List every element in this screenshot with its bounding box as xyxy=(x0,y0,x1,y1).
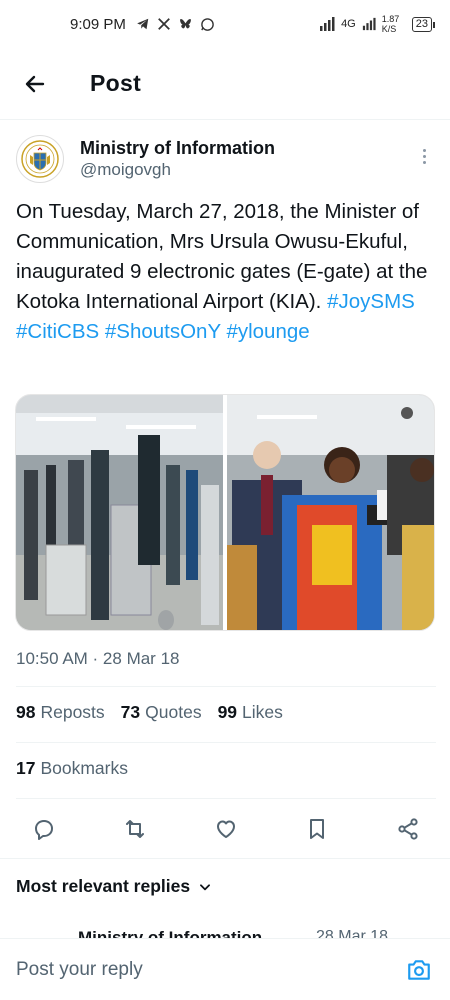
author-name[interactable]: Ministry of Information xyxy=(80,137,275,159)
replies-sort-label: Most relevant replies xyxy=(16,876,191,896)
reply-composer: Post your reply xyxy=(0,938,450,1000)
quotes-stat[interactable]: 73 Quotes xyxy=(121,702,202,723)
author-handle[interactable]: @moigovgh xyxy=(80,159,275,181)
bluesky-icon xyxy=(179,18,191,29)
post-actions xyxy=(28,808,424,850)
like-button[interactable] xyxy=(210,813,242,845)
reply-input[interactable]: Post your reply xyxy=(16,959,404,981)
heart-icon xyxy=(217,820,235,838)
egate-photo[interactable] xyxy=(16,395,223,630)
avatar[interactable] xyxy=(16,135,64,183)
replies-sort-dropdown[interactable]: Most relevant replies xyxy=(16,876,212,897)
hashtag-link[interactable]: #CitiCBS xyxy=(16,320,99,343)
telegram-icon xyxy=(137,18,149,30)
back-button[interactable] xyxy=(0,48,70,120)
share-button[interactable] xyxy=(392,813,424,845)
x-logo-icon xyxy=(158,18,170,30)
post-media xyxy=(15,394,435,631)
reposts-stat[interactable]: 98 Reposts xyxy=(16,702,105,723)
hashtag-link[interactable]: #JoySMS xyxy=(327,290,415,313)
likes-count: 99 xyxy=(217,702,238,722)
reposts-count: 98 xyxy=(16,702,36,722)
battery-indicator: 23 xyxy=(411,16,436,32)
repost-icon xyxy=(126,820,144,838)
likes-label: Likes xyxy=(242,702,283,722)
repost-button[interactable] xyxy=(119,813,151,845)
post-text: On Tuesday, March 27, 2018, the Minister… xyxy=(16,197,436,347)
share-icon xyxy=(398,818,418,840)
quotes-label: Quotes xyxy=(145,702,202,722)
reply-icon xyxy=(35,820,53,840)
camera-icon xyxy=(408,959,430,980)
bookmarks-label: Bookmarks xyxy=(40,758,128,778)
likes-stat[interactable]: 99 Likes xyxy=(218,702,283,723)
quotes-count: 73 xyxy=(120,702,141,722)
hashtag-link[interactable]: #ylounge xyxy=(226,320,309,343)
page-title: Post xyxy=(90,70,142,96)
more-options-icon[interactable] xyxy=(412,144,436,168)
network-speed: 1.87 K/S xyxy=(381,14,400,34)
whatsapp-icon xyxy=(201,17,214,31)
divider xyxy=(16,742,436,743)
status-bar: 9:09 PM 4G 1.87 K/S 23 xyxy=(0,0,450,48)
coat-of-arms-icon xyxy=(21,140,59,178)
bookmarks-count: 17 xyxy=(16,758,36,778)
status-time: 9:09 PM xyxy=(70,15,126,33)
top-app-bar: Post xyxy=(0,48,450,120)
camera-button[interactable] xyxy=(404,955,434,985)
post-stats: 98 Reposts 73 Quotes 99 Likes xyxy=(16,702,283,723)
bookmark-icon xyxy=(310,819,324,839)
bookmarks-stat[interactable]: 17 Bookmarks xyxy=(16,758,128,779)
post-timestamp: 10:50 AM · 28 Mar 18 xyxy=(16,649,180,668)
signal-icon-2 xyxy=(362,17,376,31)
minister-photo[interactable] xyxy=(227,395,434,630)
reposts-label: Reposts xyxy=(40,702,105,722)
post-author: Ministry of Information @moigovgh xyxy=(16,126,436,192)
divider xyxy=(16,798,436,799)
reply-button[interactable] xyxy=(28,813,60,845)
divider xyxy=(0,858,450,859)
signal-icon xyxy=(320,17,335,31)
chevron-down-icon xyxy=(200,883,211,890)
network-type: 4G xyxy=(341,18,356,30)
divider xyxy=(16,686,436,687)
hashtag-link[interactable]: #ShoutsOnY xyxy=(105,320,221,343)
arrow-left-icon xyxy=(25,75,45,92)
bookmark-button[interactable] xyxy=(301,813,333,845)
